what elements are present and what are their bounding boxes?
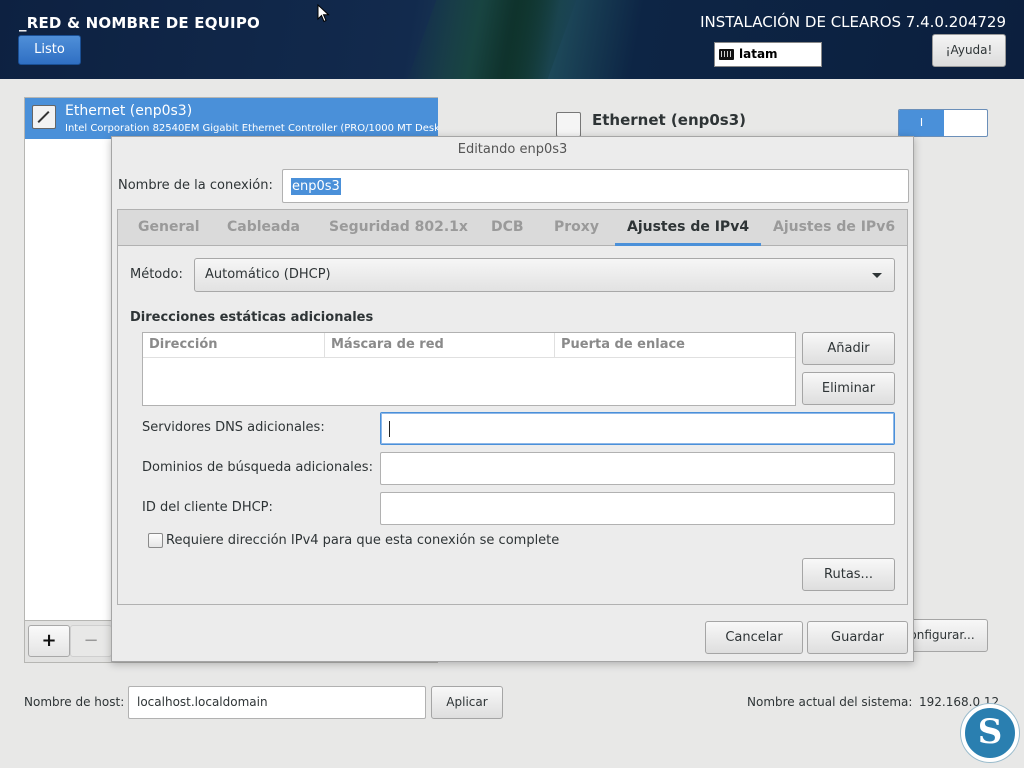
keyboard-layout-indicator[interactable]: latam xyxy=(714,42,822,67)
ethernet-detail-icon xyxy=(556,112,581,137)
routes-button[interactable]: Rutas... xyxy=(802,558,895,591)
page-title: _RED & NOMBRE DE EQUIPO xyxy=(19,14,260,32)
apply-hostname-button[interactable]: Aplicar xyxy=(431,686,503,719)
method-select[interactable]: Automático (DHCP) xyxy=(194,258,895,292)
logo-glyph: S xyxy=(977,712,1003,752)
connection-name-value: enp0s3 xyxy=(291,178,341,195)
method-value: Automático (DHCP) xyxy=(205,267,331,282)
add-connection-button[interactable]: + xyxy=(28,625,70,657)
toggle-on-label: I xyxy=(899,110,944,136)
settings-notebook: General Cableada Seguridad 802.1x DCB Pr… xyxy=(117,209,908,605)
keyboard-layout-label: latam xyxy=(739,47,778,61)
tab-dcb[interactable]: DCB xyxy=(491,210,524,246)
static-addresses-title: Direcciones estáticas adicionales xyxy=(130,310,374,325)
hostname-label: Nombre de host: xyxy=(24,695,125,709)
dhcp-client-id-input[interactable] xyxy=(380,492,895,525)
dropdown-arrow-icon xyxy=(872,273,882,278)
detail-title: Ethernet (enp0s3) xyxy=(592,111,747,129)
tab-seguridad[interactable]: Seguridad 802.1x xyxy=(329,210,468,246)
dns-label: Servidores DNS adicionales: xyxy=(142,420,325,435)
require-ipv4-checkbox[interactable] xyxy=(148,533,163,548)
search-domains-label: Dominios de búsqueda adicionales: xyxy=(142,460,373,475)
add-address-button[interactable]: Añadir xyxy=(802,332,895,365)
cancel-button[interactable]: Cancelar xyxy=(705,621,803,654)
dhcp-client-id-label: ID del cliente DHCP: xyxy=(142,500,273,515)
tab-proxy[interactable]: Proxy xyxy=(554,210,599,246)
require-ipv4-label[interactable]: Requiere dirección IPv4 para que esta co… xyxy=(166,533,559,548)
connection-item-enp0s3[interactable]: Ethernet (enp0s3) Intel Corporation 8254… xyxy=(25,98,438,139)
remove-connection-button[interactable]: − xyxy=(70,625,112,657)
dns-input[interactable] xyxy=(380,412,895,445)
column-mascara[interactable]: Máscara de red xyxy=(325,333,555,358)
watermark-logo: S xyxy=(961,704,1019,762)
delete-address-button[interactable]: Eliminar xyxy=(802,372,895,405)
tab-ipv6[interactable]: Ajustes de IPv6 xyxy=(773,210,895,246)
addresses-table[interactable]: Dirección Máscara de red Puerta de enlac… xyxy=(142,332,796,406)
mouse-cursor-icon xyxy=(317,4,330,23)
connection-name: Ethernet (enp0s3) xyxy=(65,103,193,119)
connection-name-label: Nombre de la conexión: xyxy=(118,178,273,193)
install-title: INSTALACIÓN DE CLEAROS 7.4.0.204729 xyxy=(700,13,1006,31)
column-puerta[interactable]: Puerta de enlace xyxy=(555,333,795,358)
tab-ipv4[interactable]: Ajustes de IPv4 xyxy=(615,210,762,246)
keyboard-icon xyxy=(719,49,734,60)
help-button[interactable]: ¡Ayuda! xyxy=(932,34,1006,67)
connection-name-input[interactable]: enp0s3 xyxy=(282,169,909,203)
text-caret xyxy=(389,421,390,437)
header-decoration xyxy=(396,0,584,79)
edit-connection-dialog: Editando enp0s3 Nombre de la conexión: e… xyxy=(111,136,914,662)
addresses-table-header: Dirección Máscara de red Puerta de enlac… xyxy=(143,333,795,358)
header-banner xyxy=(0,0,1024,79)
dialog-title: Editando enp0s3 xyxy=(457,142,568,157)
tab-general[interactable]: General xyxy=(138,210,200,246)
tab-cableada[interactable]: Cableada xyxy=(227,210,300,246)
system-name-label: Nombre actual del sistema: xyxy=(747,695,913,709)
connection-description: Intel Corporation 82540EM Gigabit Ethern… xyxy=(65,123,438,134)
ethernet-icon xyxy=(32,105,56,129)
hostname-input[interactable]: localhost.localdomain xyxy=(128,686,426,719)
column-direccion[interactable]: Dirección xyxy=(143,333,325,358)
search-domains-input[interactable] xyxy=(380,452,895,485)
connection-toggle[interactable]: I xyxy=(898,109,988,137)
done-button[interactable]: Listo xyxy=(18,35,81,65)
method-label: Método: xyxy=(130,267,183,282)
tab-bar: General Cableada Seguridad 802.1x DCB Pr… xyxy=(118,210,907,246)
save-button[interactable]: Guardar xyxy=(807,621,908,654)
